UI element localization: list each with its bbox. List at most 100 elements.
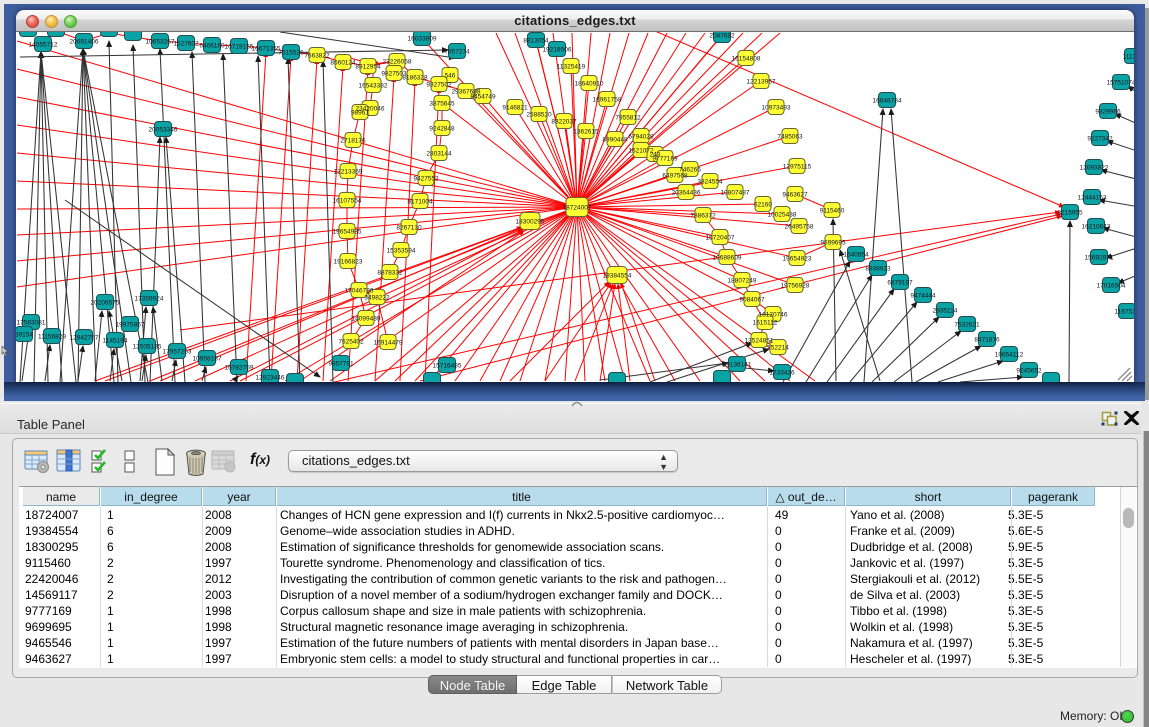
svg-text:8660124: 8660124 — [330, 60, 356, 67]
svg-text:10719155: 10719155 — [225, 44, 254, 51]
svg-text:16120746: 16120746 — [759, 312, 788, 319]
svg-text:16210643: 16210643 — [1082, 224, 1111, 231]
svg-text:9242848: 9242848 — [429, 126, 455, 133]
svg-text:8471876: 8471876 — [974, 337, 1000, 344]
svg-text:17359924: 17359924 — [135, 296, 164, 303]
svg-text:8186328: 8186328 — [402, 75, 428, 82]
svg-text:62160: 62160 — [754, 202, 772, 209]
svg-text:7886372: 7886372 — [690, 213, 716, 220]
svg-text:6466160: 6466160 — [199, 43, 225, 50]
svg-text:3498222: 3498222 — [364, 295, 390, 302]
svg-text:19218506: 19218506 — [543, 47, 572, 54]
svg-text:19384554: 19384554 — [603, 273, 632, 280]
svg-text:16914479: 16914479 — [374, 340, 403, 347]
svg-text:12213967: 12213967 — [747, 79, 776, 86]
svg-text:8171004: 8171004 — [407, 199, 433, 206]
svg-text:7625402: 7625402 — [338, 339, 364, 346]
svg-text:7632621: 7632621 — [954, 322, 980, 329]
svg-text:10958187: 10958187 — [193, 356, 222, 363]
svg-text:18300295: 18300295 — [516, 219, 545, 226]
svg-text:10973493: 10973493 — [762, 105, 791, 112]
svg-text:9474444: 9474444 — [910, 293, 936, 300]
svg-text:18724007: 18724007 — [563, 205, 592, 212]
svg-text:15751074: 15751074 — [1107, 80, 1134, 87]
svg-text:20691406: 20691406 — [70, 39, 99, 46]
svg-text:8215955: 8215955 — [1057, 210, 1083, 217]
svg-text:9699695: 9699695 — [820, 240, 846, 247]
svg-text:10807487: 10807487 — [721, 190, 750, 197]
svg-text:98961: 98961 — [351, 110, 369, 117]
svg-text:8912954: 8912954 — [355, 64, 381, 71]
svg-text:8322037: 8322037 — [551, 119, 577, 126]
svg-text:8813054: 8813054 — [523, 38, 549, 45]
svg-text:2935114: 2935114 — [933, 308, 958, 315]
svg-text:7485063: 7485063 — [777, 134, 803, 141]
svg-text:1640954: 1640954 — [843, 252, 869, 259]
svg-text:20364436: 20364436 — [672, 190, 701, 197]
svg-text:26495758: 26495758 — [785, 224, 814, 231]
svg-text:19654923: 19654923 — [783, 256, 812, 263]
svg-text:18640910: 18640910 — [575, 81, 604, 88]
svg-text:13524851: 13524851 — [745, 338, 774, 345]
svg-text:3875645: 3875645 — [429, 101, 455, 108]
svg-text:10025438: 10025438 — [768, 212, 797, 219]
svg-text:8938923: 8938923 — [865, 266, 891, 273]
svg-text:8990448: 8990448 — [602, 137, 628, 144]
svg-text:19166823: 19166823 — [334, 259, 363, 266]
svg-text:17016504: 17016504 — [1097, 283, 1126, 290]
svg-text:1733426: 1733426 — [769, 370, 795, 377]
svg-text:9084067: 9084067 — [739, 297, 765, 304]
svg-text:2588520: 2588520 — [526, 112, 552, 119]
svg-text:15692971: 15692971 — [1085, 255, 1114, 262]
svg-text:6794028: 6794028 — [628, 134, 654, 141]
svg-text:10688609: 10688609 — [713, 255, 742, 262]
svg-text:16671355: 16671355 — [252, 46, 281, 53]
svg-text:9329966: 9329966 — [1095, 109, 1121, 116]
svg-text:9327502: 9327502 — [426, 82, 452, 89]
svg-text:19654985: 19654985 — [333, 229, 362, 236]
svg-text:10654112: 10654112 — [995, 352, 1024, 359]
svg-text:15353594: 15353594 — [387, 248, 416, 255]
svg-text:9245652: 9245652 — [1016, 368, 1042, 375]
svg-text:2087682: 2087682 — [709, 33, 735, 40]
svg-text:12213369: 12213369 — [334, 169, 363, 176]
svg-text:16154808: 16154808 — [732, 56, 761, 63]
svg-text:111233: 111233 — [1123, 54, 1134, 61]
svg-text:1615112: 1615112 — [753, 320, 778, 327]
svg-text:12505135: 12505135 — [133, 344, 162, 351]
svg-text:11156829: 11156829 — [38, 334, 66, 341]
svg-text:9427552: 9427552 — [413, 176, 439, 183]
svg-text:16033809: 16033809 — [408, 36, 437, 43]
svg-text:1527602: 1527602 — [173, 41, 199, 48]
svg-text:9777169: 9777169 — [652, 156, 678, 163]
svg-text:8267130: 8267130 — [396, 225, 422, 232]
svg-text:19756928: 19756928 — [781, 283, 810, 290]
svg-text:16543382: 16543382 — [359, 83, 388, 90]
svg-text:12093822: 12093822 — [1080, 165, 1109, 172]
svg-text:39154: 39154 — [16, 332, 33, 339]
svg-text:12942757: 12942757 — [70, 335, 99, 342]
svg-text:7663822: 7663822 — [304, 53, 330, 60]
svg-text:6879197: 6879197 — [887, 280, 913, 287]
svg-text:9227342: 9227342 — [1087, 136, 1113, 143]
svg-text:16107554: 16107554 — [333, 198, 362, 205]
svg-text:7857274: 7857274 — [444, 49, 470, 56]
svg-text:20053346: 20053346 — [149, 127, 178, 134]
svg-text:6497568: 6497568 — [662, 173, 688, 180]
svg-text:7515526: 7515526 — [278, 50, 304, 57]
svg-text:7955812: 7955812 — [615, 115, 641, 122]
svg-text:20206575: 20206575 — [91, 300, 120, 307]
svg-text:18807249: 18807249 — [728, 278, 757, 285]
svg-text:15720407: 15720407 — [706, 235, 735, 242]
svg-text:17046788: 17046788 — [345, 288, 374, 295]
svg-text:3824554: 3824554 — [697, 179, 723, 186]
svg-text:16648784: 16648784 — [873, 98, 902, 105]
svg-text:17583081: 17583081 — [17, 320, 46, 327]
svg-text:252214: 252214 — [767, 345, 789, 352]
svg-text:1145194: 1145194 — [103, 338, 128, 345]
svg-text:12444153: 12444153 — [1078, 195, 1107, 202]
svg-text:8878332: 8878332 — [377, 270, 403, 277]
svg-text:2803144: 2803144 — [426, 151, 452, 158]
svg-text:1167533: 1167533 — [1115, 309, 1134, 316]
svg-text:8454749: 8454749 — [470, 94, 496, 101]
